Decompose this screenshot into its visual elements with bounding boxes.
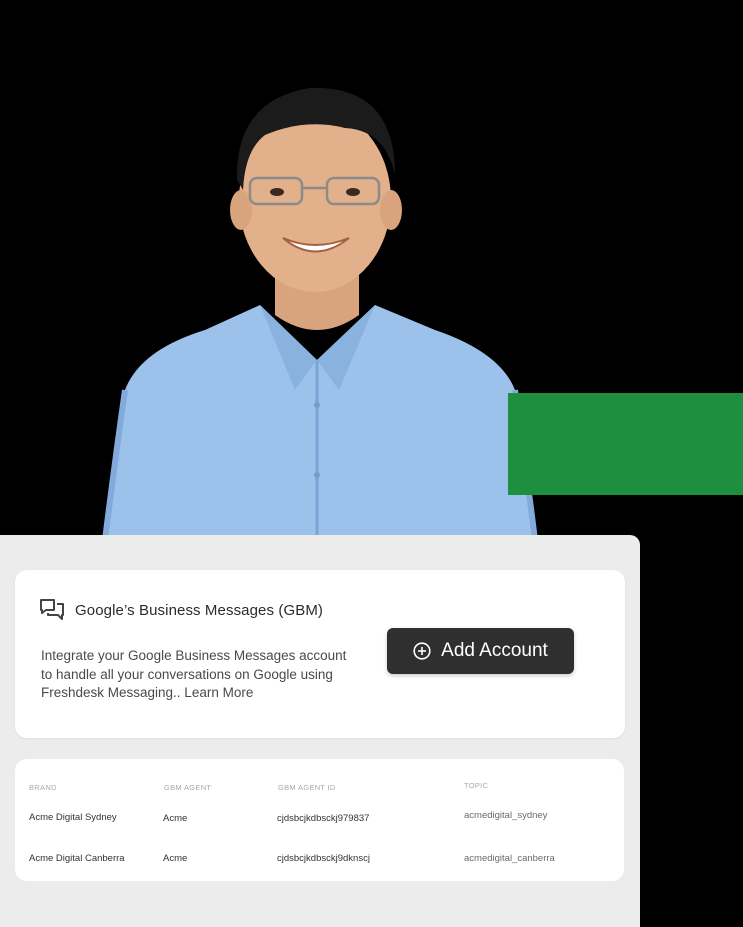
table-cell-brand: Acme Digital Canberra — [29, 853, 125, 864]
column-header-topic: TOPIC — [464, 781, 489, 790]
column-header-gbm-agent: GBM AGENT — [164, 783, 212, 792]
card-description: Integrate your Google Business Messages … — [41, 648, 347, 700]
person-photo — [102, 87, 538, 540]
chat-bubbles-icon — [40, 599, 64, 620]
gbm-accounts-table: BRAND GBM AGENT GBM AGENT ID TOPIC Acme … — [15, 759, 624, 881]
table-cell-brand: Acme Digital Sydney — [29, 812, 117, 823]
column-header-brand: BRAND — [29, 783, 57, 792]
accent-green-block — [508, 393, 743, 495]
table-cell-topic: acmedigital_canberra — [464, 853, 555, 864]
table-cell-agent-id: cjdsbcjkdbsckj9dknscj — [277, 853, 370, 864]
table-cell-agent-id: cjdsbcjkdbsckj979837 — [277, 813, 370, 824]
column-header-gbm-agent-id: GBM AGENT ID — [278, 783, 336, 792]
add-account-button[interactable]: Add Account — [387, 628, 574, 674]
table-cell-topic: acmedigital_sydney — [464, 810, 548, 821]
plus-circle-icon — [413, 642, 431, 660]
table-cell-agent: Acme — [163, 853, 188, 864]
card-title: Google’s Business Messages (GBM) — [75, 601, 324, 619]
add-account-label: Add Account — [441, 640, 548, 661]
table-cell-agent: Acme — [163, 813, 188, 824]
gbm-integration-card: Google’s Business Messages (GBM) Integra… — [15, 570, 625, 738]
card-header: Google’s Business Messages (GBM) — [39, 598, 323, 622]
